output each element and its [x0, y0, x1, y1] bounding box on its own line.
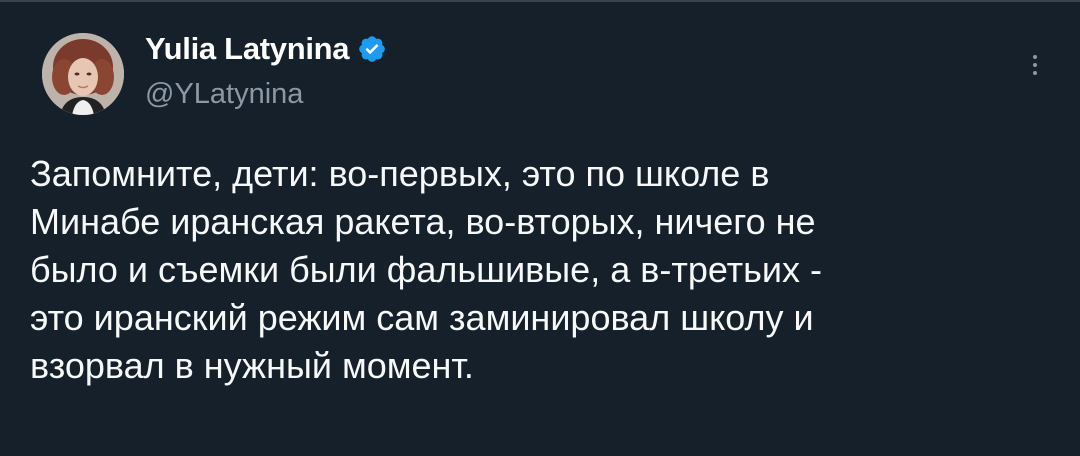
author-name-row: Yulia Latynina: [145, 31, 387, 67]
avatar[interactable]: [42, 33, 124, 115]
author-photo: [42, 33, 124, 115]
author-handle[interactable]: @YLatynina: [145, 77, 303, 111]
tweet-text: Запомните, дети: во-первых, это по школе…: [30, 153, 823, 386]
verified-badge-icon: [357, 34, 387, 64]
author-display-name[interactable]: Yulia Latynina: [145, 31, 350, 67]
more-options-icon[interactable]: [1024, 50, 1046, 80]
top-divider: [0, 0, 1080, 2]
